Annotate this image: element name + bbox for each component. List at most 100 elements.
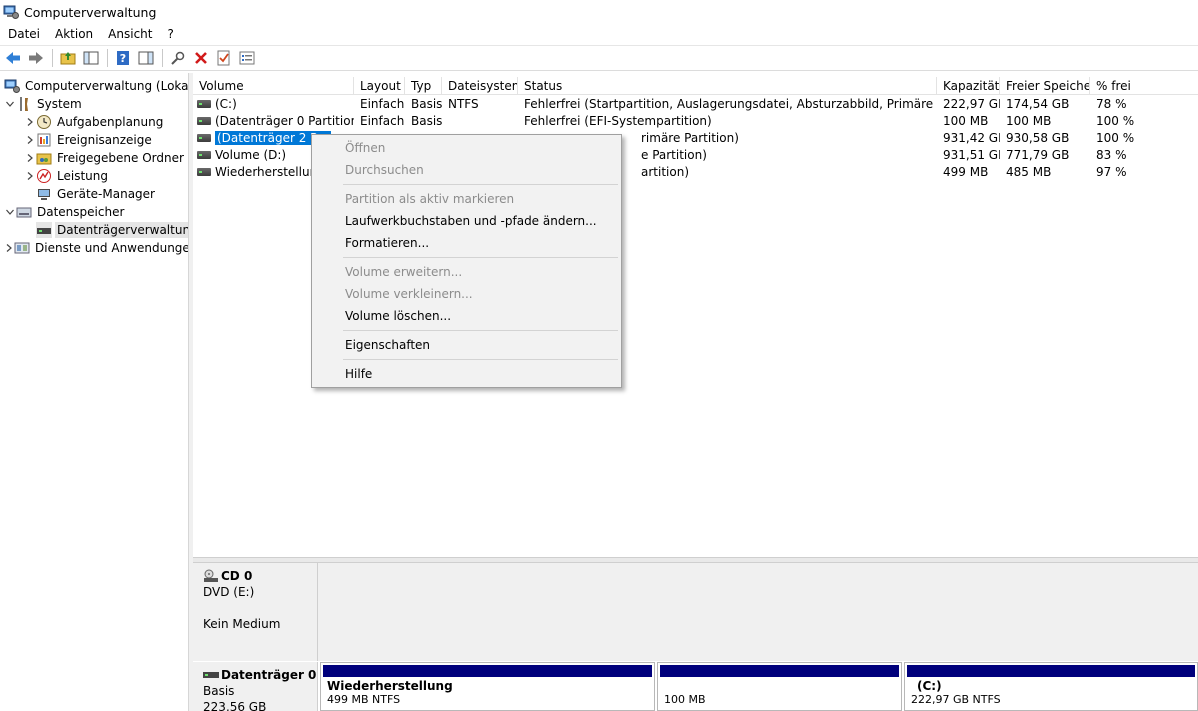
table-row[interactable]: (Datenträger 0 Partition 2) Einfach Basi… [193, 112, 1198, 129]
menu-item-laufwerkbuchstaben-aendern[interactable]: Laufwerkbuchstaben und -pfade ändern... [312, 210, 621, 232]
menu-item-volume-verkleinern[interactable]: Volume verkleinern... [312, 283, 621, 305]
table-row[interactable]: (C:) Einfach Basis NTFS Fehlerfrei (Star… [193, 95, 1198, 112]
disk-label: Datenträger 0 Basis 223,56 GB [193, 662, 318, 711]
toolbar-separator [107, 49, 108, 67]
menu-bar: Datei Aktion Ansicht ? [0, 24, 1198, 44]
system-tools-icon [16, 96, 32, 112]
forward-button[interactable] [25, 47, 47, 69]
cell-layout: Einfach [360, 113, 405, 128]
cell-prozent-frei: 83 % [1096, 147, 1127, 162]
column-layout[interactable]: Layout [354, 77, 405, 95]
cell-status: rimäre Partition) [641, 130, 739, 145]
cell-typ: Basis [411, 96, 442, 111]
tree-label: Leistung [57, 169, 108, 183]
partition-wiederherstellung[interactable]: Wiederherstellung 499 MB NTFS [320, 662, 655, 711]
disk-name: CD 0 [221, 569, 253, 583]
properties-button[interactable] [213, 47, 235, 69]
menu-ansicht[interactable]: Ansicht [100, 27, 159, 41]
column-status[interactable]: Status [518, 77, 937, 95]
column-prozent-frei[interactable]: % frei [1090, 77, 1198, 95]
tree-label: Aufgabenplanung [57, 115, 164, 129]
menu-item-volume-erweitern[interactable]: Volume erweitern... [312, 261, 621, 283]
console-tree: Computerverwaltung (Lokal) System Aufgab… [0, 73, 189, 711]
list-view-button[interactable] [236, 47, 258, 69]
volume-icon [197, 150, 211, 159]
tree-item-root[interactable]: Computerverwaltung (Lokal) [0, 77, 188, 95]
chevron-right-icon[interactable] [4, 242, 14, 254]
connect-button[interactable] [167, 47, 189, 69]
back-button[interactable] [2, 47, 24, 69]
up-folder-button[interactable] [57, 47, 79, 69]
tree-label: Datenträgerverwaltung [55, 222, 188, 238]
chevron-right-icon[interactable] [24, 116, 36, 128]
folder-up-icon [60, 52, 76, 65]
disk-label: CD 0 DVD (E:) Kein Medium [193, 563, 318, 661]
partition-bar [323, 665, 652, 677]
chevron-right-icon[interactable] [24, 152, 36, 164]
help-button[interactable]: ? [112, 47, 134, 69]
chevron-down-icon[interactable] [4, 98, 16, 110]
cell-kapazitaet: 100 MB [943, 113, 989, 128]
partition-c[interactable]: (C:) 222,97 GB NTFS [904, 662, 1198, 711]
computer-management-icon [4, 78, 20, 94]
cell-freier-speicher: 100 MB [1006, 113, 1052, 128]
arrow-left-icon [6, 52, 20, 64]
column-typ[interactable]: Typ [405, 77, 442, 95]
cell-status: Fehlerfrei (EFI-Systempartition) [524, 113, 712, 128]
tree-item-leistung[interactable]: Leistung [0, 167, 188, 185]
menu-item-eigenschaften[interactable]: Eigenschaften [312, 334, 621, 356]
cell-kapazitaet: 931,42 GB [943, 130, 1000, 145]
menu-item-durchsuchen[interactable]: Durchsuchen [312, 159, 621, 181]
cell-kapazitaet: 222,97 GB [943, 96, 1000, 111]
tree-item-datenspeicher[interactable]: Datenspeicher [0, 203, 188, 221]
menu-item-volume-loeschen[interactable]: Volume löschen... [312, 305, 621, 327]
tree-item-system[interactable]: System [0, 95, 188, 113]
chevron-right-icon[interactable] [24, 170, 36, 182]
tree-item-dienste[interactable]: Dienste und Anwendungen [0, 239, 188, 257]
menu-item-als-aktiv-markieren[interactable]: Partition als aktiv markieren [312, 188, 621, 210]
disk-size: 223,56 GB [203, 700, 267, 711]
menu-help[interactable]: ? [159, 27, 180, 41]
action-pane-icon [138, 51, 154, 65]
tree-item-ereignisanzeige[interactable]: Ereignisanzeige [0, 131, 188, 149]
disk-cd0[interactable]: CD 0 DVD (E:) Kein Medium [193, 563, 1198, 661]
partition-size: 222,97 GB NTFS [911, 693, 1001, 706]
column-volume[interactable]: Volume [193, 77, 354, 95]
disk-unallocated-area [318, 563, 1198, 661]
tree-label: Ereignisanzeige [57, 133, 152, 147]
tree-item-freigegebene-ordner[interactable]: Freigegebene Ordner [0, 149, 188, 167]
services-icon [14, 240, 30, 256]
chevron-right-icon[interactable] [24, 134, 36, 146]
show-hide-tree-button[interactable] [80, 47, 102, 69]
disk-status: Kein Medium [203, 617, 281, 631]
delete-button[interactable] [190, 47, 212, 69]
shared-folder-icon [36, 150, 52, 166]
column-dateisystem[interactable]: Dateisystem [442, 77, 518, 95]
storage-icon [16, 204, 32, 220]
menu-datei[interactable]: Datei [0, 27, 47, 41]
cell-status: Fehlerfrei (Startpartition, Auslagerungs… [524, 96, 937, 111]
disk-icon [203, 672, 219, 678]
menu-item-hilfe[interactable]: Hilfe [312, 363, 621, 385]
menu-item-oeffnen[interactable]: Öffnen [312, 137, 621, 159]
cell-volume: Wiederherstellung [215, 164, 325, 179]
menu-item-formatieren[interactable]: Formatieren... [312, 232, 621, 254]
cell-kapazitaet: 499 MB [943, 164, 989, 179]
tree-item-geraete-manager[interactable]: Geräte-Manager [0, 185, 188, 203]
menu-separator [343, 359, 618, 360]
partition-bar [907, 665, 1195, 677]
column-kapazitaet[interactable]: Kapazität [937, 77, 1000, 95]
chevron-down-icon[interactable] [4, 206, 16, 218]
partition-bar [660, 665, 899, 677]
show-action-pane-button[interactable] [135, 47, 157, 69]
column-freier-speicher[interactable]: Freier Speicher [1000, 77, 1090, 95]
partition-efi[interactable]: 100 MB [657, 662, 902, 711]
tree-item-datentraegerverwaltung[interactable]: Datenträgerverwaltung [0, 221, 188, 239]
event-viewer-icon [36, 132, 52, 148]
disk-0[interactable]: Datenträger 0 Basis 223,56 GB Wiederhers… [193, 662, 1198, 711]
computer-management-icon [3, 4, 19, 20]
menu-aktion[interactable]: Aktion [47, 27, 100, 41]
cell-prozent-frei: 100 % [1096, 113, 1135, 128]
tree-item-aufgabenplanung[interactable]: Aufgabenplanung [0, 113, 188, 131]
help-icon: ? [117, 51, 129, 65]
